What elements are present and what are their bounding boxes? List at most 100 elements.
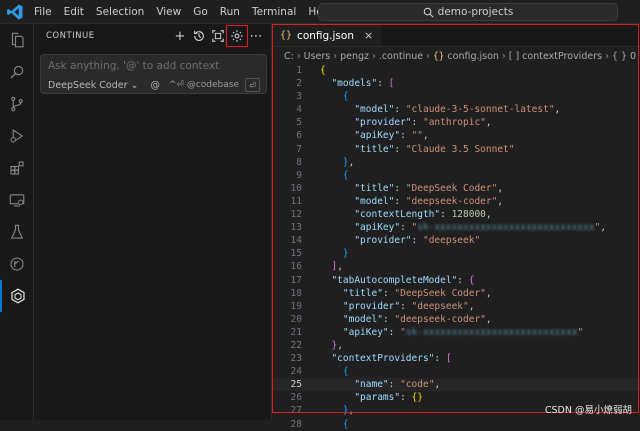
code-line[interactable]: 1{ [272,64,640,77]
line-number: 17 [290,274,302,286]
code-line[interactable]: 21 "apiKey": " sk-xxxxxxxxxxxxxxxxxxxxxxx… [272,326,640,339]
line-number: 26 [290,392,302,404]
code-line[interactable]: 11 "model": "deepseek-coder", [272,195,640,208]
code-line[interactable]: 20 "model": "deepseek-coder", [272,313,640,326]
remote-explorer-icon[interactable] [0,184,34,216]
code-token: , [554,104,561,116]
continue-panel: CONTINUE + ⋯ Ask anything, '@' to add co… [34,24,272,420]
breadcrumb-item[interactable]: Users [304,51,331,62]
line-number: 13 [290,222,302,234]
code-line[interactable]: 7 "title": "Claude 3.5 Sonnet" [272,143,640,156]
gitlens-icon[interactable] [0,248,34,280]
expand-icon [212,30,224,42]
code-line[interactable]: 25 "name": "code", [272,378,640,392]
code-line[interactable]: 10 "title": "DeepSeek Coder", [272,182,640,195]
redacted-api-key: sk-xxxxxxxxxxxxxxxxxxxxxxxxxxx [405,326,578,338]
code-line[interactable]: 18 "title": "DeepSeek Coder", [272,287,640,300]
code-token: : [400,130,412,142]
breadcrumb-item[interactable]: config.json [447,51,499,62]
chat-input-placeholder[interactable]: Ask anything, '@' to add context [48,60,219,72]
code-line[interactable]: 22 }, [272,339,640,352]
code-editor[interactable]: 1{2 "models": [3 {4 "model": "claude-3-5… [272,64,640,431]
menu-bar: FileEditSelectionViewGoRunTerminalHelp [28,0,338,24]
breadcrumb-item[interactable]: C: [284,51,294,62]
search-icon [423,7,434,17]
settings-button[interactable] [226,25,248,47]
menu-item-selection[interactable]: Selection [90,0,150,24]
code-token: "DeepSeek Coder" [394,287,486,299]
model-selector[interactable]: DeepSeek Coder ⌄ [48,80,139,91]
menu-item-go[interactable]: Go [187,0,214,24]
code-line[interactable]: 17 "tabAutocompleteModel": { [272,274,640,287]
code-line[interactable]: 14 "provider": "deepseek" [272,234,640,247]
line-number: 18 [290,287,302,299]
code-line[interactable]: 9 { [272,169,640,182]
code-line[interactable]: 19 "provider": "deepseek", [272,300,640,313]
tab-config-json[interactable]: {} config.json × [272,24,382,46]
line-number: 6 [296,130,302,142]
menu-item-terminal[interactable]: Terminal [246,0,302,24]
breadcrumb-separator-icon: › [426,50,430,62]
code-line[interactable]: 4 "model": "claude-3-5-sonnet-latest", [272,103,640,116]
vscode-logo-icon[interactable] [6,3,24,21]
chat-input-box[interactable]: Ask anything, '@' to add context DeepSee… [40,54,267,94]
command-center-search[interactable]: demo-projects [318,3,618,21]
line-number: 11 [290,195,302,207]
code-line[interactable]: 13 "apiKey": " sk-xxxxxxxxxxxxxxxxxxxxxxx… [272,221,640,234]
history-icon [194,30,204,41]
code-line[interactable]: 5 "provider": "anthropic", [272,116,640,129]
model-name: DeepSeek Coder [48,79,128,91]
menu-item-view[interactable]: View [150,0,187,24]
code-line[interactable]: 3 { [272,90,640,103]
code-line[interactable]: 8 }, [272,156,640,169]
add-context-button[interactable]: @ [151,80,161,91]
code-token: : [411,117,423,129]
testing-icon[interactable] [0,216,34,248]
explorer-icon[interactable] [0,24,34,56]
menu-item-run[interactable]: Run [214,0,246,24]
tab-label: config.json [297,29,354,42]
code-token: "provider" [342,300,401,312]
source-control-icon[interactable] [0,88,34,120]
menu-item-edit[interactable]: Edit [58,0,90,24]
breadcrumb-item[interactable]: { } 0 [612,51,636,62]
code-token: [ [445,353,452,365]
line-number: 7 [296,143,302,155]
editor-tab-bar: {} config.json × [272,24,640,47]
code-token: "apiKey" [342,326,389,338]
code-line[interactable]: 6 "apiKey": "", [272,129,640,142]
more-actions-button[interactable]: ⋯ [247,27,265,45]
breadcrumb-item[interactable]: [ ] contextProviders [509,51,602,62]
new-session-button[interactable]: + [171,27,189,45]
code-line[interactable]: 23 "contextProviders": [ [272,352,640,365]
breadcrumb-item[interactable]: .continue [379,51,423,62]
code-token: "title" [354,182,395,194]
search-icon[interactable] [0,56,34,88]
run-debug-icon[interactable] [0,120,34,152]
line-number: 24 [290,366,302,378]
code-line[interactable]: 12 "contextLength": 128000, [272,208,640,221]
breadcrumb-item[interactable]: pengz [340,51,369,62]
menu-item-file[interactable]: File [28,0,58,24]
code-line[interactable]: 16 ], [272,260,640,273]
code-line[interactable]: 15 } [272,247,640,260]
code-line[interactable]: 24 { [272,365,640,378]
code-token: { [342,366,349,378]
title-bar: FileEditSelectionViewGoRunTerminalHelp ←… [0,0,640,24]
watermark: CSDN @易小燎弱胡 [544,405,632,416]
extensions-icon[interactable] [0,152,34,184]
fullscreen-button[interactable] [209,27,227,45]
code-line[interactable]: 2 "models": [ [272,77,640,90]
code-token: : [377,78,389,90]
submit-enter-icon[interactable]: ⏎ [245,78,260,92]
history-button[interactable] [190,27,208,45]
close-icon[interactable]: × [364,29,373,42]
continue-icon[interactable] [0,280,34,312]
code-line[interactable]: 28 { [272,418,640,431]
line-number: 20 [290,313,302,325]
